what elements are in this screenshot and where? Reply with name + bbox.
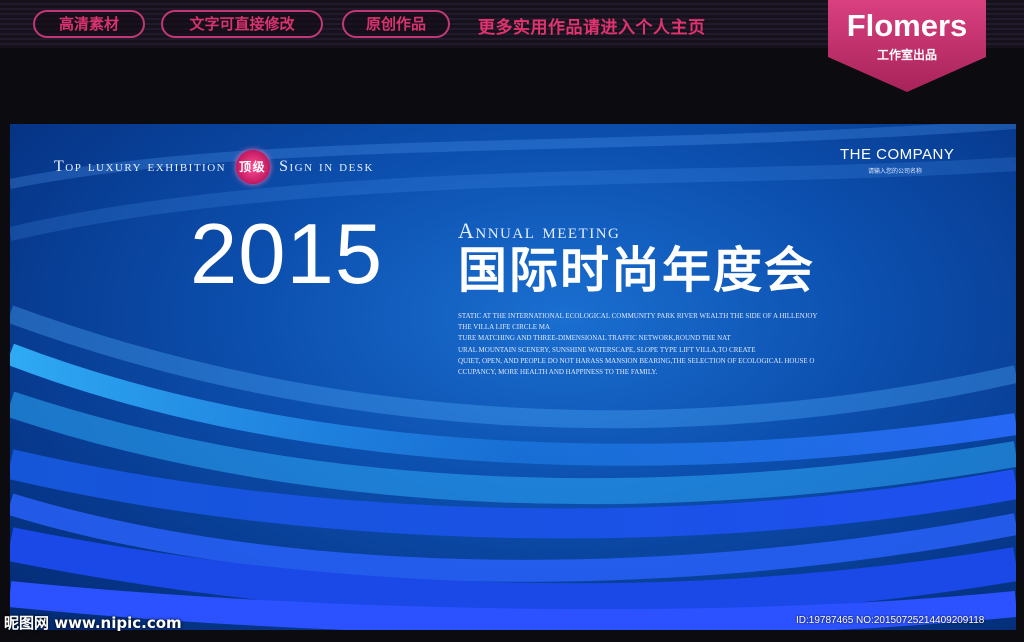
- company-placeholder: 请输入您的公司名称: [868, 168, 923, 175]
- hd-material-button[interactable]: 高清素材: [33, 10, 145, 38]
- event-banner: Top luxury exhibition 顶级 Sign in desk TH…: [10, 124, 1016, 630]
- homepage-promo-link[interactable]: 更多实用作品请进入个人主页: [478, 13, 706, 38]
- description-line: THE VILLA LIFE CIRCLE MA: [458, 323, 551, 332]
- tagline-left: Top luxury exhibition: [54, 158, 227, 175]
- editable-text-button[interactable]: 文字可直接修改: [161, 10, 323, 38]
- image-id-label: ID:19787465 NO:20150725214409209118: [796, 615, 985, 626]
- event-title: 国际时尚年度会: [458, 242, 816, 299]
- description-line: STATIC AT THE INTERNATIONAL ECOLOGICAL C…: [458, 312, 818, 320]
- description-line: QUIET, OPEN, AND PEOPLE DO NOT HARASS MA…: [458, 356, 815, 365]
- description-block: STATIC AT THE INTERNATIONAL ECOLOGICAL C…: [458, 311, 838, 378]
- brand-subtitle: 工作室出品: [876, 48, 937, 62]
- brand-name: Flomers: [846, 8, 968, 43]
- nipic-watermark: 昵图网 www.nipic.com: [4, 614, 182, 632]
- description-line: URAL MOUNTAIN SCENERY, SUNSHINE WATERSCA…: [458, 345, 756, 354]
- event-year: 2015: [190, 207, 384, 302]
- tagline: Top luxury exhibition 顶级 Sign in desk: [54, 150, 374, 184]
- original-work-button[interactable]: 原创作品: [342, 10, 450, 38]
- company-name: THE COMPANY: [840, 146, 955, 163]
- description-line: TURE MATCHING AND THREE-DIMENSIONAL TRAF…: [458, 334, 731, 343]
- description-line: CCUPANCY, MORE HEALTH AND HAPPINESS TO T…: [458, 368, 658, 377]
- annual-meeting-label: Annual meeting: [458, 218, 621, 243]
- top-level-badge: 顶级: [235, 150, 270, 184]
- brand-badge[interactable]: Flomers 工作室出品: [828, 0, 986, 92]
- tagline-right: Sign in desk: [279, 158, 374, 175]
